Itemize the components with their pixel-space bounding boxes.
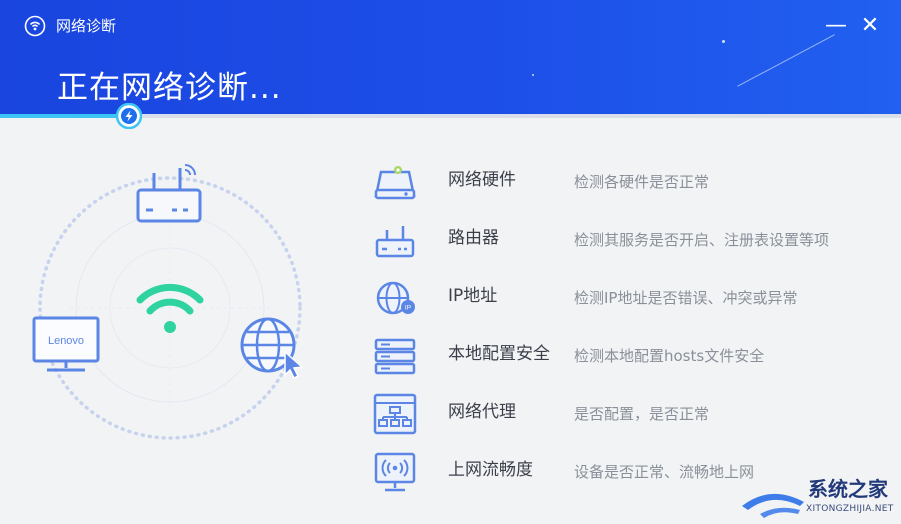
header-sparkle [532, 74, 534, 76]
globe-ip-icon: IP [376, 281, 415, 315]
close-button[interactable]: ✕ [858, 14, 882, 38]
diagnostic-name: 路由器 [448, 228, 499, 248]
diagnostic-name: IP地址 [448, 286, 498, 306]
monitor-brand-label: Lenovo [48, 335, 84, 347]
network-proxy-icon [373, 393, 417, 435]
network-illustration: Lenovo [32, 164, 304, 440]
diagnostic-item-ip-address: IP IP地址 检测IP地址是否错误、冲突或异常 [368, 270, 901, 328]
progress-bar-fill [0, 114, 127, 118]
diagnostic-description: 设备是否正常、流畅地上网 [574, 463, 755, 481]
diagnostic-description: 检测其服务是否开启、注册表设置等项 [574, 231, 830, 249]
svg-text:IP: IP [405, 305, 411, 312]
watermark-title: 系统之家 [808, 477, 888, 501]
monitor-signal-icon [374, 452, 416, 492]
diagnostic-description: 是否配置，是否正常 [574, 405, 710, 423]
diagnostic-description: 检测本地配置hosts文件安全 [574, 347, 765, 365]
header-sparkle [722, 40, 725, 43]
watermark-subtitle: XITONGZHIJIA.NET [806, 504, 894, 514]
server-stack-icon [374, 338, 416, 375]
lightning-progress-icon [116, 103, 142, 129]
diagnostic-item-local-config: 本地配置安全 检测本地配置hosts文件安全 [368, 328, 901, 386]
hardware-drive-icon [374, 166, 416, 200]
window-title: 网络诊断 [56, 17, 117, 35]
diagnostic-name: 上网流畅度 [448, 460, 533, 480]
minimize-button[interactable]: — [824, 14, 848, 38]
diagnostic-name: 网络代理 [448, 402, 516, 422]
title-bar-header: 网络诊断 — ✕ 正在网络诊断... [0, 0, 901, 114]
diagnostic-description: 检测IP地址是否错误、冲突或异常 [574, 289, 798, 307]
network-diagnosis-app-icon [24, 15, 46, 37]
router-icon [375, 226, 415, 258]
globe-cursor-icon [240, 317, 304, 380]
monitor-icon: Lenovo [32, 316, 100, 372]
diagnostic-item-router: 路由器 检测其服务是否开启、注册表设置等项 [368, 212, 901, 270]
diagnostic-name: 网络硬件 [448, 170, 516, 190]
diagnostic-item-proxy: 网络代理 是否配置，是否正常 [368, 386, 901, 444]
diagnosis-status-title: 正在网络诊断... [57, 70, 282, 106]
diagnostic-name: 本地配置安全 [448, 344, 550, 364]
diagnostic-item-hardware: 网络硬件 检测各硬件是否正常 [368, 154, 901, 212]
diagnostic-description: 检测各硬件是否正常 [574, 173, 710, 191]
router-icon [136, 164, 202, 223]
